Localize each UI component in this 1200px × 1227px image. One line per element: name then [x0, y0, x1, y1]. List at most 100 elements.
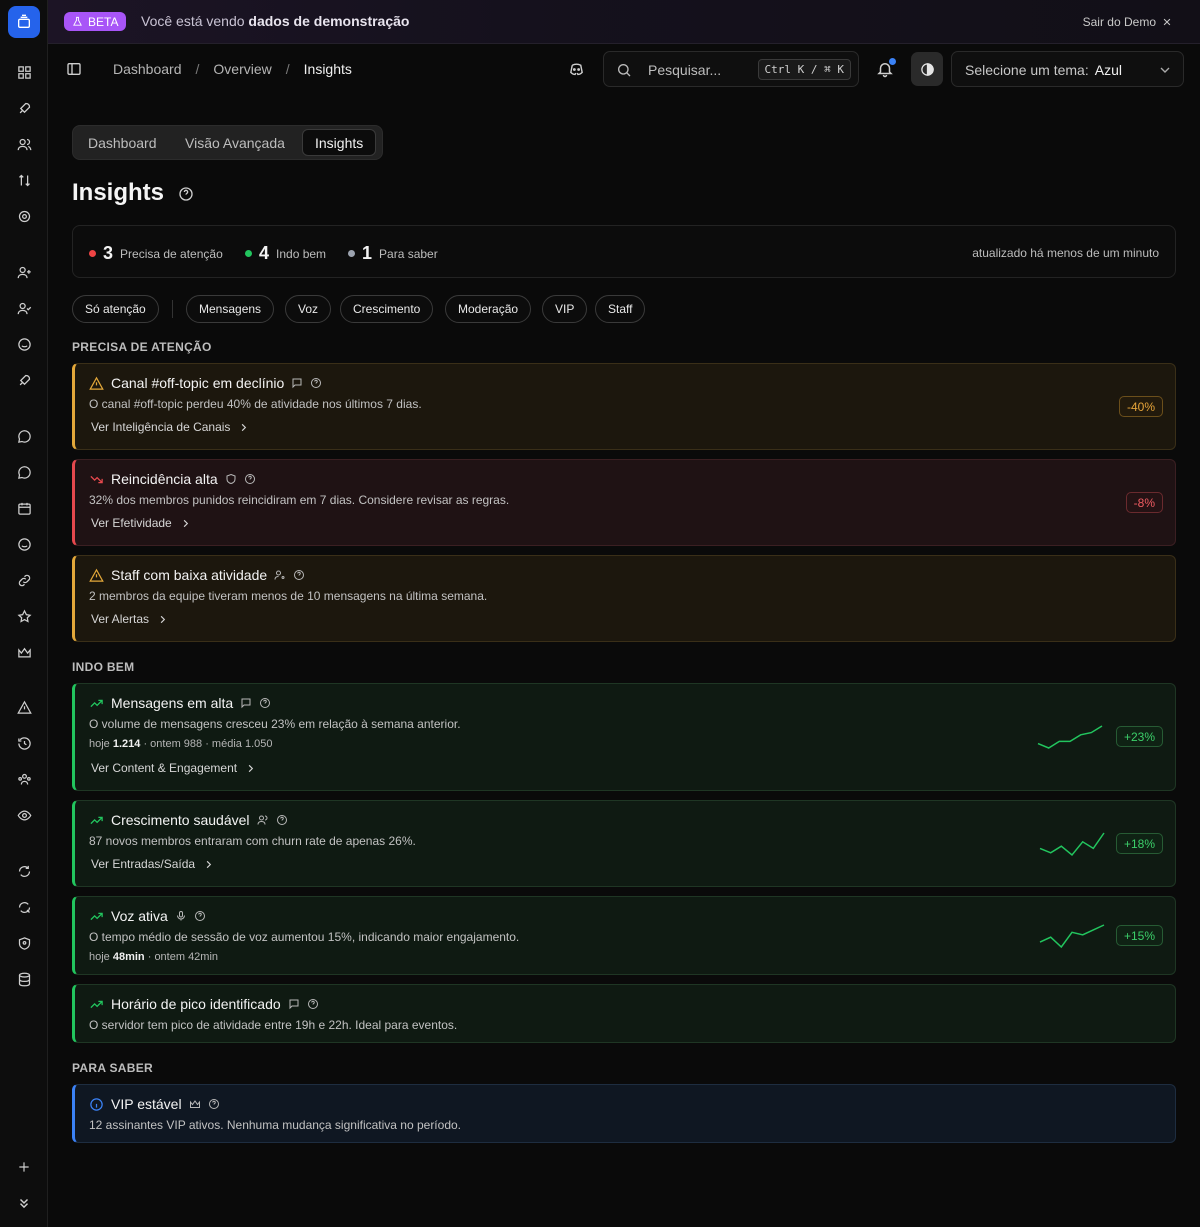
info-icon: [89, 1097, 104, 1112]
chat-icon[interactable]: [14, 462, 34, 482]
shield-icon[interactable]: [14, 933, 34, 953]
filter-chip-staff[interactable]: Staff: [595, 295, 646, 323]
help-icon[interactable]: [310, 377, 322, 389]
insight-description: O volume de mensagens cresceu 23% em rel…: [89, 717, 461, 731]
status-dot: [348, 250, 355, 257]
shield-icon: [225, 473, 237, 485]
emoji-icon[interactable]: [14, 534, 34, 554]
warning-icon: [89, 568, 104, 583]
theme-select-text: Selecione um tema: Azul: [965, 62, 1122, 78]
filter-chip-so-atencao[interactable]: Só atenção: [72, 295, 159, 323]
shield-off-icon[interactable]: [14, 897, 34, 917]
theme-mode-button[interactable]: [911, 52, 943, 86]
search-placeholder: Pesquisar...: [648, 62, 722, 78]
users-icon[interactable]: [14, 134, 34, 154]
search-input[interactable]: Pesquisar... Ctrl K / ⌘ K: [603, 51, 859, 87]
help-icon[interactable]: [276, 814, 288, 826]
filter-chip-crescimento[interactable]: Crescimento: [340, 295, 434, 323]
insight-title: Staff com baixa atividade: [111, 567, 268, 583]
breadcrumb: Dashboard / Overview / Insights: [113, 61, 352, 77]
eye-icon[interactable]: [14, 805, 34, 825]
help-icon[interactable]: [293, 569, 305, 581]
user-check-icon[interactable]: [14, 298, 34, 318]
insights-summary: 3 Precisa de atenção 4 Indo bem 1 Para s…: [72, 225, 1176, 278]
message-icon[interactable]: [14, 426, 34, 446]
insight-link[interactable]: Ver Alertas: [91, 612, 168, 626]
summary-count: 1: [362, 243, 373, 263]
change-badge: -40%: [1118, 396, 1163, 417]
rocket-icon[interactable]: [14, 98, 34, 118]
insight-link-label: Ver Efetividade: [91, 516, 172, 530]
tab-dashboard[interactable]: Dashboard: [76, 129, 169, 156]
filter-chip-mensagens[interactable]: Mensagens: [186, 295, 275, 323]
sidebar-toggle-icon[interactable]: [66, 61, 82, 77]
insight-link[interactable]: Ver Efetividade: [91, 516, 191, 530]
search-shortcut: Ctrl K / ⌘ K: [757, 59, 851, 80]
server-icon: [18, 14, 30, 28]
insight-title: VIP estável: [111, 1096, 182, 1112]
contrast-icon: [920, 62, 934, 76]
insight-link[interactable]: Ver Entradas/Saída: [91, 857, 214, 871]
insight-card-pico: Horário de pico identificado O servidor …: [72, 984, 1176, 1043]
insight-title-row: Reincidência alta: [89, 471, 256, 487]
insight-link[interactable]: Ver Inteligência de Canais: [91, 420, 249, 434]
tab-insights[interactable]: Insights: [302, 129, 377, 156]
help-icon[interactable]: [259, 697, 271, 709]
filter-chip-voz[interactable]: Voz: [285, 295, 332, 323]
alert-icon[interactable]: [14, 697, 34, 717]
link-icon[interactable]: [14, 570, 34, 590]
star-icon[interactable]: [14, 606, 34, 626]
meta-rest: · ontem 42min: [147, 951, 219, 963]
meta-today-label: hoje: [89, 951, 110, 963]
sparkline-line: [1039, 832, 1105, 857]
summary-label: Para saber: [379, 246, 438, 261]
help-icon[interactable]: [194, 910, 206, 922]
insight-title: Crescimento saudável: [111, 812, 250, 828]
breadcrumb-item[interactable]: Overview: [213, 61, 271, 77]
summary-label: Indo bem: [276, 246, 327, 261]
banner-prefix: Você está vendo: [141, 13, 245, 29]
notifications-button[interactable]: [876, 58, 896, 78]
shield-refresh-icon[interactable]: [14, 861, 34, 881]
insight-card-vip: VIP estável 12 assinantes VIP ativos. Ne…: [72, 1084, 1176, 1143]
breadcrumb-item[interactable]: Dashboard: [113, 61, 182, 77]
filter-chip-moderacao[interactable]: Moderação: [445, 295, 532, 323]
user-cog-icon: [274, 569, 286, 581]
insight-card-reincidencia: Reincidência alta 32% dos membros punido…: [72, 459, 1176, 546]
insight-title-row: Mensagens em alta: [89, 695, 271, 711]
filter-chip-vip[interactable]: VIP: [542, 295, 588, 323]
database-icon[interactable]: [14, 969, 34, 989]
chevrons-down-icon[interactable]: [14, 1193, 34, 1213]
theme-select[interactable]: Selecione um tema: Azul: [951, 51, 1184, 87]
settings-icon[interactable]: [14, 206, 34, 226]
discord-icon[interactable]: [568, 61, 585, 78]
banner-bold: dados de demonstração: [248, 13, 410, 29]
history-icon[interactable]: [14, 733, 34, 753]
help-icon[interactable]: [208, 1098, 220, 1110]
updated-timestamp: atualizado há menos de um minuto: [972, 246, 1159, 260]
crown-icon[interactable]: [14, 642, 34, 662]
exit-demo-button[interactable]: Sair do Demo: [1083, 15, 1172, 29]
insight-title: Horário de pico identificado: [111, 996, 281, 1012]
section-heading-attention: PRECISA DE ATENÇÃO: [72, 340, 212, 354]
user-plus-icon[interactable]: [14, 262, 34, 282]
team-icon[interactable]: [14, 769, 34, 789]
breadcrumb-separator: /: [195, 61, 200, 77]
dashboard-icon[interactable]: [14, 62, 34, 82]
section-heading-good: INDO BEM: [72, 660, 135, 674]
tab-visao-avancada[interactable]: Visão Avançada: [173, 129, 297, 156]
help-icon[interactable]: [178, 186, 194, 202]
summary-attention: 3 Precisa de atenção: [89, 243, 223, 264]
calendar-icon[interactable]: [14, 498, 34, 518]
app-logo[interactable]: [8, 6, 40, 38]
help-icon[interactable]: [244, 473, 256, 485]
meta-today-value: 1.214: [112, 738, 141, 750]
smile-icon[interactable]: [14, 334, 34, 354]
change-badge: +15%: [1115, 925, 1163, 946]
summary-count: 3: [103, 243, 114, 263]
plus-icon[interactable]: [14, 1157, 34, 1177]
sort-icon[interactable]: [14, 170, 34, 190]
help-icon[interactable]: [307, 998, 319, 1010]
boost-icon[interactable]: [14, 370, 34, 390]
insight-link[interactable]: Ver Content & Engagement: [91, 761, 256, 775]
